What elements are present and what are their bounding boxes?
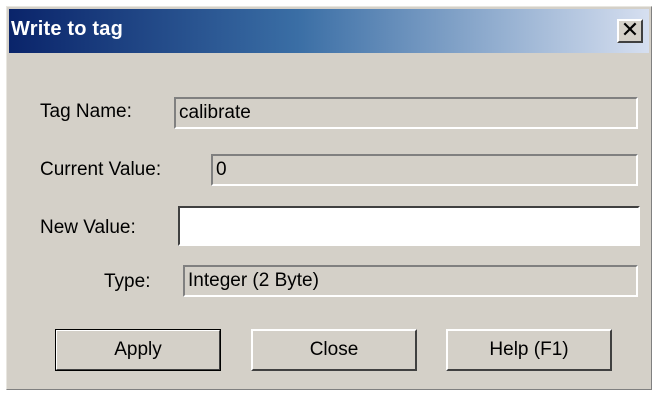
title-bar[interactable]: Write to tag ✕	[9, 9, 649, 53]
new-value-input[interactable]	[178, 206, 640, 246]
close-window-button[interactable]: ✕	[617, 19, 643, 43]
type-label: Type:	[104, 271, 151, 292]
write-to-tag-dialog: Write to tag ✕ Tag Name: calibrate Curre…	[6, 6, 652, 390]
close-icon: ✕	[620, 18, 640, 43]
type-field: Integer (2 Byte)	[183, 265, 638, 297]
apply-button[interactable]: Apply	[55, 329, 221, 371]
help-button[interactable]: Help (F1)	[446, 329, 612, 371]
current-value-label: Current Value:	[40, 159, 162, 180]
tag-name-field: calibrate	[174, 97, 638, 129]
new-value-label: New Value:	[40, 217, 136, 238]
window-title: Write to tag	[11, 18, 124, 40]
current-value-field: 0	[211, 154, 638, 186]
tag-name-label: Tag Name:	[40, 101, 132, 122]
close-button[interactable]: Close	[251, 329, 417, 371]
